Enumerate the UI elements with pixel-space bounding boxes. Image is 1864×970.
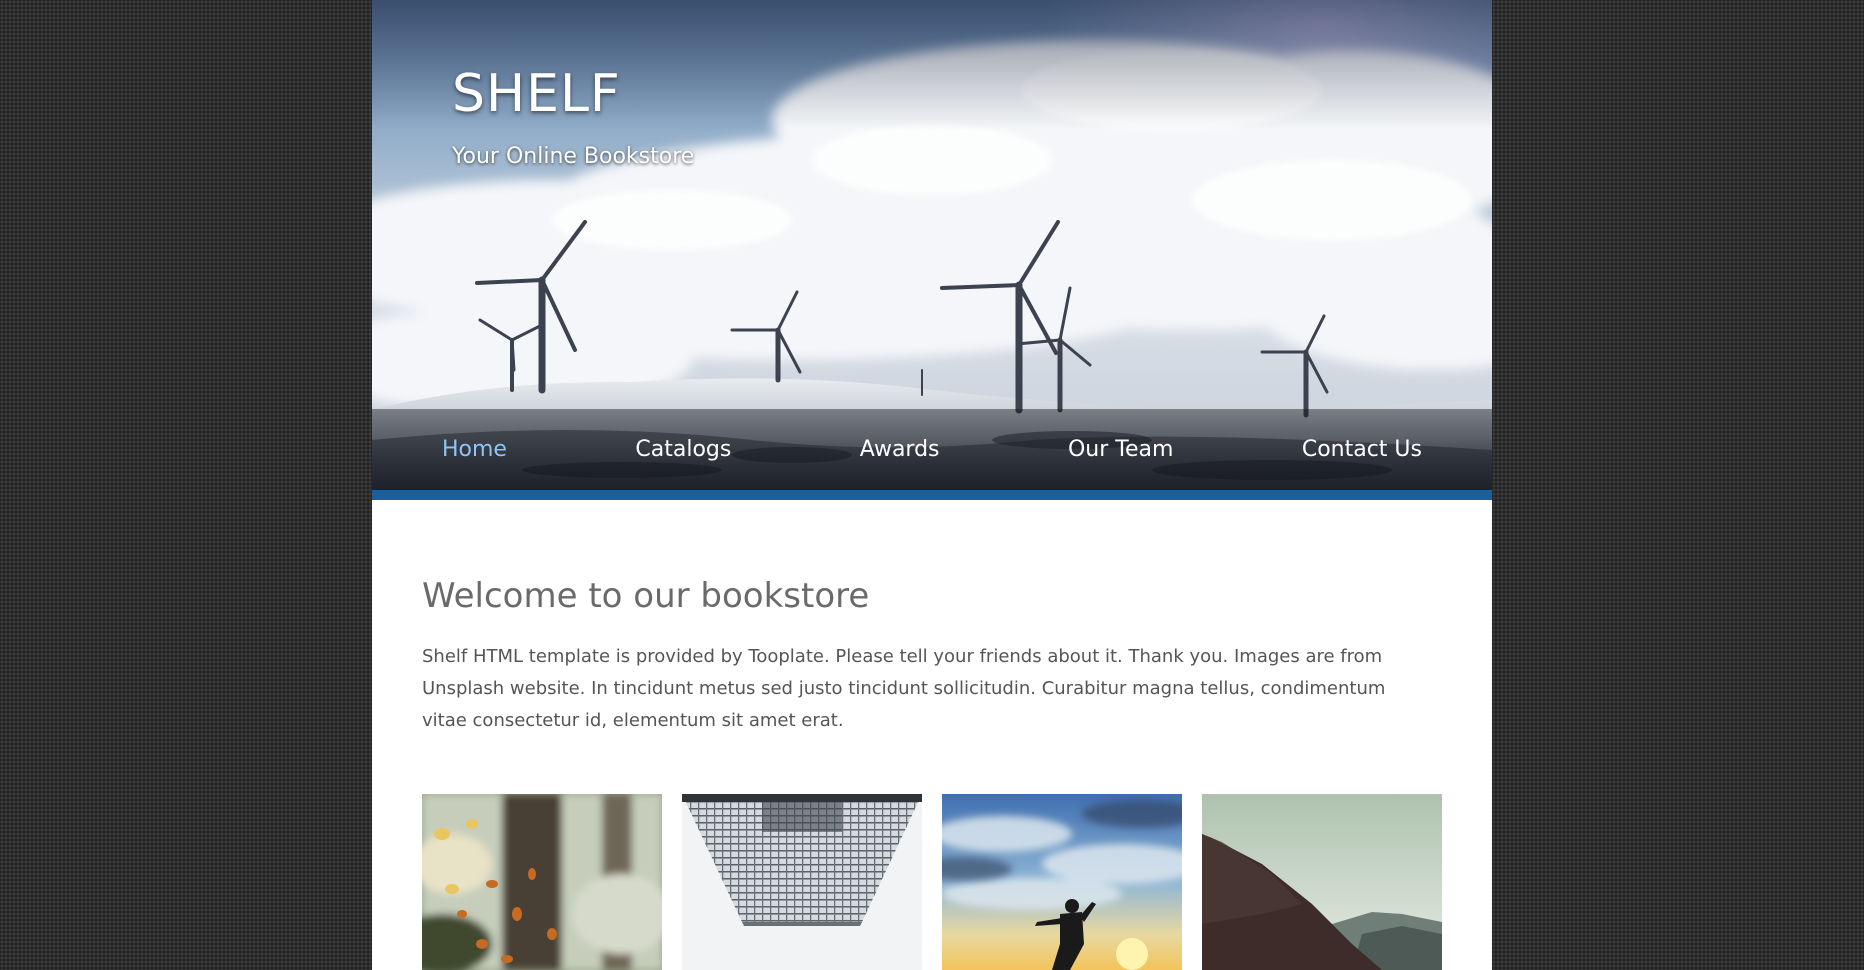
nav-item-catalogs[interactable]: Catalogs	[635, 437, 731, 462]
nav-item-our-team[interactable]: Our Team	[1068, 437, 1173, 462]
main-nav: Home Catalogs Awards Our Team Contact Us	[372, 409, 1492, 490]
page-container: SHELF Your Online Bookstore Home Catalog…	[372, 0, 1492, 970]
gallery-image-building[interactable]	[682, 794, 922, 970]
welcome-heading: Welcome to our bookstore	[422, 576, 870, 616]
welcome-text: Shelf HTML template is provided by Toopl…	[422, 646, 1386, 731]
header-hero: SHELF Your Online Bookstore Home Catalog…	[372, 0, 1492, 500]
gallery-image-mountain[interactable]	[1202, 794, 1442, 970]
site-title: SHELF	[452, 64, 621, 124]
nav-accent-bar	[372, 490, 1492, 500]
nav-item-home[interactable]: Home	[442, 437, 507, 462]
gallery-image-autumn[interactable]	[422, 794, 662, 970]
gallery-image-jump[interactable]	[942, 794, 1182, 970]
nav-item-contact-us[interactable]: Contact Us	[1302, 437, 1422, 462]
site-tagline: Your Online Bookstore	[452, 144, 695, 169]
image-gallery	[422, 794, 1442, 970]
nav-item-awards[interactable]: Awards	[860, 437, 940, 462]
